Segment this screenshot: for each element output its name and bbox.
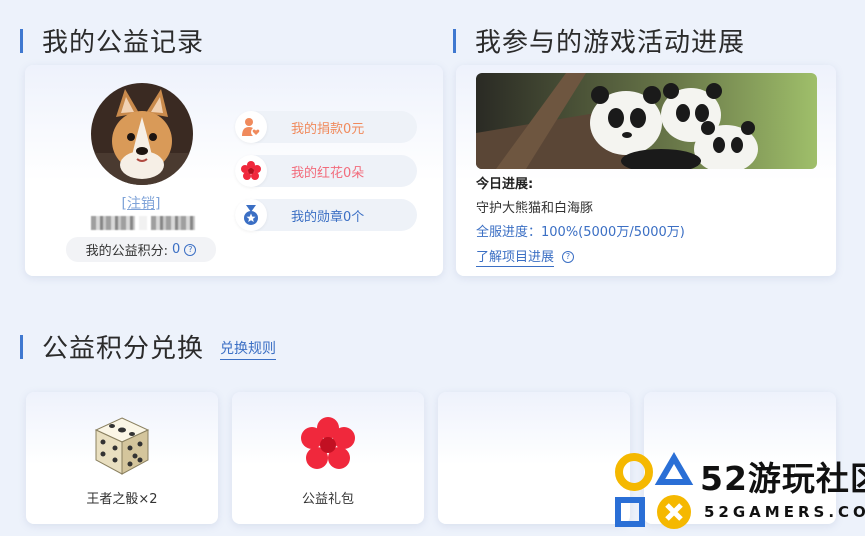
stat-donation-label: 我的捐款0元 <box>291 121 365 137</box>
avatar[interactable] <box>91 83 193 185</box>
stat-flowers-label: 我的红花0朵 <box>291 165 365 181</box>
detail-link-row: 了解项目进展 ? <box>476 246 575 267</box>
exchange-item-gift[interactable]: 公益礼包 <box>232 392 424 524</box>
records-card: [注销] 我的公益积分: 0 ? 我的捐款0元 我的红花0朵 我的勋章0个 <box>25 65 443 276</box>
blurred-username <box>91 216 195 232</box>
panda-banner-image <box>476 73 817 169</box>
exchange-item-name: 王者之骰×2 <box>86 492 158 507</box>
exchange-rules-link[interactable]: 兑换规则 <box>220 338 277 360</box>
dice-icon <box>90 414 154 482</box>
exchange-item-dice[interactable]: 王者之骰×2 <box>26 392 218 524</box>
donation-icon <box>235 111 267 143</box>
stat-medals[interactable]: 我的勋章0个 <box>235 199 417 231</box>
points-label: 我的公益积分: <box>85 244 169 259</box>
overall-progress: 全服进度：100%(5000万/5000万) <box>476 225 685 240</box>
progress-section-title: 我参与的游戏活动进展 <box>453 22 745 59</box>
help-icon[interactable]: ? <box>184 243 197 256</box>
logout-link[interactable]: [注销] <box>25 193 257 213</box>
watermark: 52游玩社区 52GAMERS.COM <box>612 448 865 532</box>
watermark-domain: 52GAMERS.COM <box>704 503 865 521</box>
stat-donation[interactable]: 我的捐款0元 <box>235 111 417 143</box>
title-accent-bar <box>20 28 23 53</box>
title-accent-bar <box>453 28 456 53</box>
stat-flowers[interactable]: 我的红花0朵 <box>235 155 417 187</box>
red-flower-icon <box>235 155 267 187</box>
progress-title: 我参与的游戏活动进展 <box>475 28 746 58</box>
exchange-item-name: 公益礼包 <box>301 492 354 507</box>
project-progress-link[interactable]: 了解项目进展 <box>476 246 555 267</box>
exchange-item-empty[interactable] <box>438 392 630 524</box>
points-pill: 我的公益积分: 0 ? <box>66 237 216 262</box>
records-section-title: 我的公益记录 <box>20 22 204 59</box>
project-name: 守护大熊猫和白海豚 <box>476 201 594 216</box>
watermark-brand: 52游玩社区 <box>700 459 865 498</box>
help-icon[interactable]: ? <box>562 250 575 263</box>
flower-gift-icon <box>299 416 357 478</box>
today-progress-label: 今日进展: <box>476 177 534 192</box>
exchange-section-title: 公益积分兑换 兑换规则 <box>20 328 277 365</box>
corgi-avatar-image <box>91 83 193 185</box>
stat-medals-label: 我的勋章0个 <box>291 209 365 225</box>
medal-icon <box>235 199 267 231</box>
records-title: 我的公益记录 <box>42 28 205 58</box>
progress-card: 今日进展: 守护大熊猫和白海豚 全服进度：100%(5000万/5000万) 了… <box>456 65 836 276</box>
exchange-title: 公益积分兑换 <box>42 334 205 364</box>
points-value: 0 <box>172 242 181 257</box>
title-accent-bar <box>20 334 23 359</box>
